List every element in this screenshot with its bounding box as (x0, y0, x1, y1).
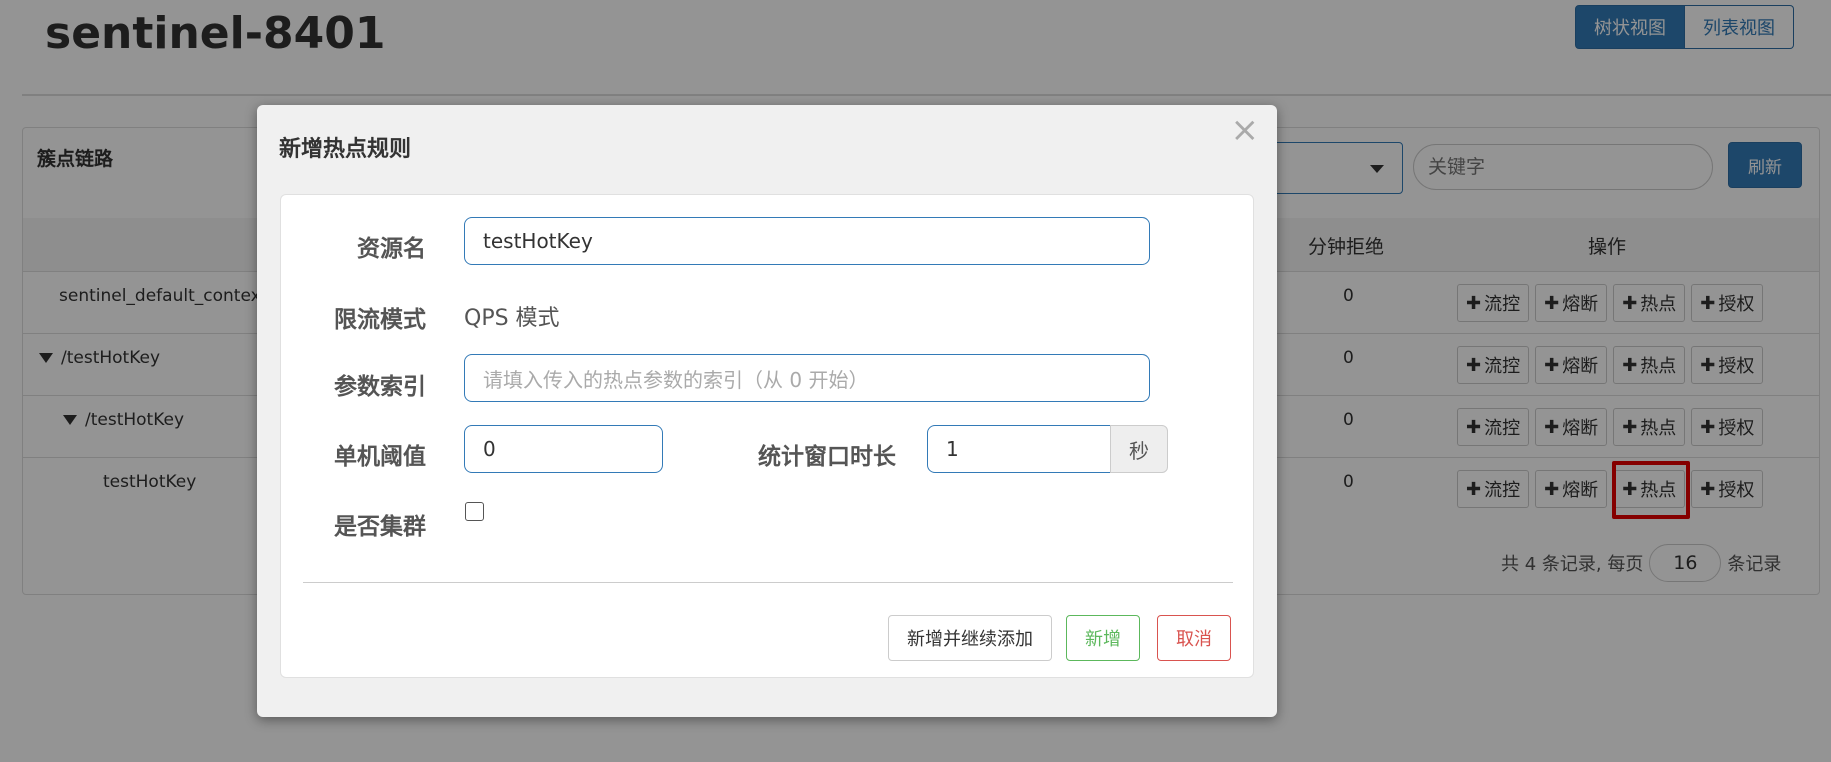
param-index-label: 参数索引 (334, 374, 426, 400)
threshold-input[interactable]: 0 (464, 425, 663, 473)
mode-value: QPS 模式 (464, 306, 560, 331)
cluster-label: 是否集群 (334, 514, 426, 540)
param-index-input[interactable]: 请填入传入的热点参数的索引（从 0 开始） (464, 354, 1150, 402)
mode-label: 限流模式 (334, 307, 426, 333)
resource-name-label: 资源名 (357, 236, 426, 262)
add-hotkey-rule-dialog: 新增热点规则 × 资源名 testHotKey 限流模式 QPS 模式 参数索引… (257, 105, 1277, 717)
cancel-button[interactable]: 取消 (1157, 615, 1231, 661)
resource-name-input[interactable]: testHotKey (464, 217, 1150, 265)
footer-divider (303, 582, 1233, 583)
close-icon[interactable]: × (1231, 113, 1260, 147)
threshold-label: 单机阈值 (334, 444, 426, 470)
save-and-continue-button[interactable]: 新增并继续添加 (888, 615, 1052, 661)
window-input[interactable]: 1 (927, 425, 1111, 473)
seconds-unit-addon: 秒 (1110, 425, 1168, 473)
save-button[interactable]: 新增 (1066, 615, 1140, 661)
window-label: 统计窗口时长 (758, 444, 896, 470)
cluster-checkbox[interactable] (465, 502, 484, 521)
dialog-form: 资源名 testHotKey 限流模式 QPS 模式 参数索引 请填入传入的热点… (280, 194, 1254, 678)
dialog-title: 新增热点规则 (279, 137, 412, 162)
